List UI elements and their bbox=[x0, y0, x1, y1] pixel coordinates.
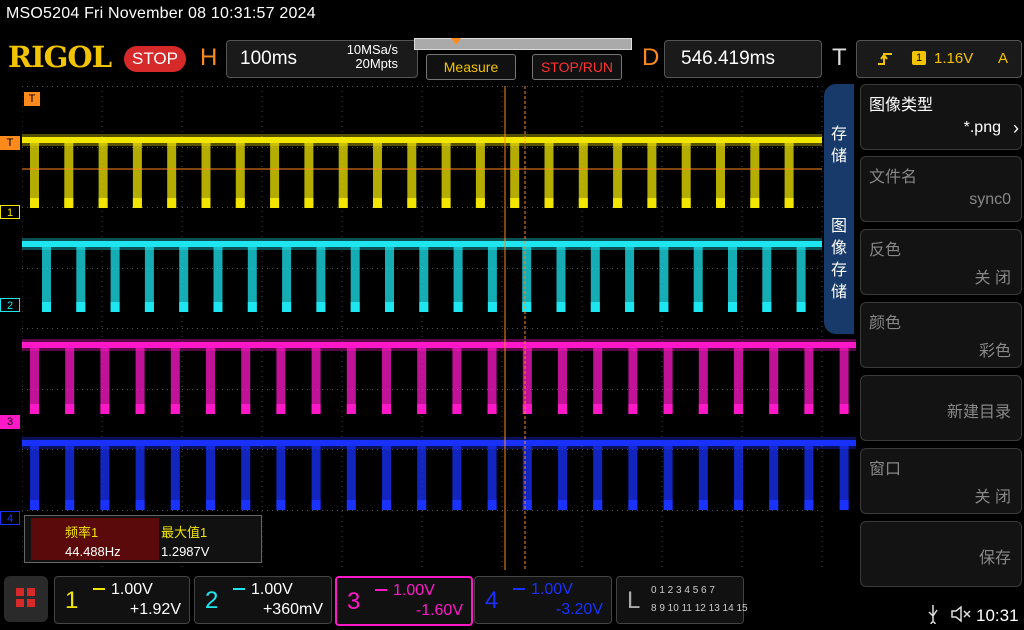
delay-value: 546.419ms bbox=[681, 48, 776, 69]
waveform-ch4 bbox=[22, 437, 856, 510]
delay-label: D bbox=[642, 44, 660, 71]
dc-coupling-icon bbox=[375, 589, 387, 594]
side-tab-image-save: 图 像 存 储 bbox=[830, 218, 847, 301]
trigger-label: T bbox=[832, 44, 847, 71]
stop-run-button[interactable]: STOP/RUN bbox=[532, 54, 622, 80]
ch2-offset-marker[interactable]: 2 bbox=[0, 298, 20, 312]
menu-filename[interactable]: 文件名 sync0 bbox=[860, 156, 1022, 222]
logic-channels-row1: 0 1 2 3 4 5 6 7 bbox=[651, 585, 715, 596]
ch4-offset-marker[interactable]: 4 bbox=[0, 511, 20, 525]
trigger-position-bar[interactable] bbox=[414, 38, 632, 50]
trigger-time-marker[interactable]: T bbox=[24, 92, 40, 106]
usb-icon bbox=[928, 605, 938, 624]
menu-window[interactable]: 窗口 关 闭 bbox=[860, 448, 1022, 514]
waveforms bbox=[22, 134, 856, 510]
waveform-ch3 bbox=[22, 339, 856, 414]
menu-invert[interactable]: 反色 关 闭 bbox=[860, 229, 1022, 295]
trigger-level-marker[interactable]: T bbox=[0, 136, 20, 150]
sample-rate: 10MSa/s bbox=[346, 42, 398, 57]
dc-coupling-icon bbox=[93, 588, 105, 593]
trigger-position-marker bbox=[451, 38, 461, 45]
waveform-ch2 bbox=[22, 238, 822, 312]
freq-value: 44.488Hz bbox=[65, 544, 121, 559]
channel-4-panel[interactable]: 4 1.00V -3.20V bbox=[474, 576, 612, 624]
channel-2-panel[interactable]: 2 1.00V +360mV bbox=[194, 576, 332, 624]
trigger-edge-icon bbox=[878, 53, 892, 65]
waveform-grid[interactable] bbox=[22, 86, 856, 570]
logic-panel[interactable]: L 0 1 2 3 4 5 6 7 8 9 10 11 12 13 14 15 bbox=[616, 576, 748, 624]
time-base: 100ms bbox=[240, 48, 298, 69]
sample-rate-info: 10MSa/s 20Mpts bbox=[332, 43, 398, 71]
status-clock: 10:31 bbox=[976, 606, 1019, 625]
freq-label: 频率1 bbox=[65, 525, 99, 540]
main-menu-button[interactable] bbox=[4, 576, 48, 622]
trigger-level: 1.16V bbox=[934, 50, 974, 67]
max-value: 1.2987V bbox=[161, 544, 210, 559]
trigger-source-badge: 1 bbox=[912, 51, 926, 65]
speaker-muted-icon bbox=[951, 605, 971, 623]
chevron-right-icon: › bbox=[1013, 118, 1019, 138]
logic-channels-row2: 8 9 10 11 12 13 14 15 bbox=[651, 603, 748, 614]
memory-depth: 20Mpts bbox=[355, 56, 398, 71]
channel-1-panel[interactable]: 1 1.00V +1.92V bbox=[54, 576, 190, 624]
measure-button[interactable]: Measure bbox=[426, 54, 516, 80]
trigger-mode: A bbox=[998, 50, 1009, 67]
ch1-offset-marker[interactable]: 1 bbox=[0, 205, 20, 219]
horizontal-label: H bbox=[200, 44, 218, 71]
menu-color[interactable]: 颜色 彩色 bbox=[860, 302, 1022, 368]
title-line: MSO5204 Fri November 08 10:31:57 2024 bbox=[6, 5, 316, 22]
dc-coupling-icon bbox=[513, 588, 525, 593]
brand-logo: RIGOL bbox=[8, 40, 112, 74]
ch3-offset-marker[interactable]: 3 bbox=[0, 415, 20, 429]
menu-new-directory[interactable]: 新建目录 bbox=[860, 375, 1022, 441]
max-label: 最大值1 bbox=[161, 525, 208, 540]
dc-coupling-icon bbox=[233, 588, 245, 593]
side-tab[interactable]: 存 储 图 像 存 储 bbox=[824, 84, 854, 334]
channel-3-panel[interactable]: 3 1.00V -1.60V bbox=[335, 576, 473, 626]
menu-image-type[interactable]: 图像类型 *.png › bbox=[860, 84, 1022, 150]
side-tab-save: 存 储 bbox=[830, 126, 847, 165]
measurement-panel[interactable]: 频率1 44.488Hz 最大值1 1.2987V bbox=[24, 515, 262, 563]
menu-save[interactable]: 保存 bbox=[860, 521, 1022, 587]
run-state-indicator[interactable]: STOP bbox=[124, 46, 186, 72]
grid-menu-icon bbox=[16, 588, 35, 607]
